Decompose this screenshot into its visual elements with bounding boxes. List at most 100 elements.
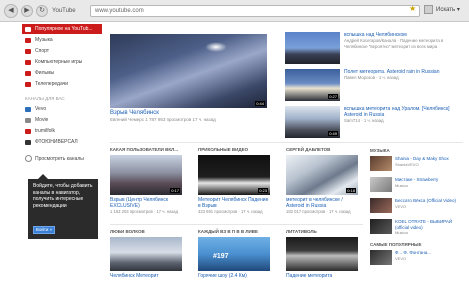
video-title[interactable]: метеорит в челябинске / Asteroid in Russ… — [286, 197, 358, 209]
music-column: МУЗЫКА Shania - Day & Maky Shox ShaniaVE… — [370, 148, 465, 271]
channel-name: Musica — [395, 182, 408, 188]
list-item[interactable]: Мистаке - Strawberry Musica — [370, 177, 465, 194]
video-thumbnail[interactable]: 0:27 — [285, 69, 340, 101]
video-title[interactable]: Бессато Вёкса (Official Video) — [395, 198, 456, 204]
video-card[interactable]: #197 Горячие шоу (2.4 Км) — [198, 237, 270, 279]
menu-icon[interactable] — [424, 5, 433, 14]
video-title[interactable]: Падение метеорита — [286, 273, 358, 279]
sidebar-item-movies[interactable]: Фильмы — [22, 68, 102, 78]
sidebar-item-popular[interactable]: Популярное на YouTub... — [22, 24, 102, 34]
sidebar-item-games[interactable]: Компьютерные игры — [22, 57, 102, 67]
popular-heading[interactable]: САМЫЕ ПОПУЛЯРНЫЕ — [370, 242, 465, 247]
video-meta: 182 017 просмотров · 17 ч. назад — [286, 209, 351, 214]
duration-badge: 0:17 — [170, 188, 180, 193]
duration-badge: 0:18 — [346, 188, 356, 193]
section-divider — [110, 142, 463, 143]
channel-name: VEVO — [395, 203, 407, 209]
video-thumbnail[interactable] — [286, 237, 358, 271]
section-heading[interactable]: СЕРГЕЙ ДАБЛЕТОВ — [286, 147, 330, 152]
music-heading[interactable]: МУЗЫКА — [370, 148, 465, 153]
video-card[interactable]: 0:18 метеорит в челябинске / Asteroid in… — [286, 155, 358, 214]
video-thumbnail[interactable]: 0:23 — [198, 155, 270, 195]
video-thumbnail[interactable] — [285, 32, 340, 64]
guide-sidebar: Популярное на YouTub... Музыка Спорт Ком… — [22, 24, 102, 264]
add-circle-icon — [25, 155, 32, 162]
duration-badge: 0:27 — [328, 94, 338, 99]
video-card[interactable]: Челябинск Метеорит — [110, 237, 182, 279]
channel-avatar-icon — [25, 106, 31, 112]
section-heading[interactable]: ЛИТАТИВОЛЬ — [286, 229, 317, 234]
video-thumbnail[interactable]: 0:49 — [285, 106, 340, 138]
sidebar-channel-movie[interactable]: Movie — [22, 115, 102, 125]
sidebar-item-label: Фильмы — [35, 70, 55, 76]
tooltip-text: Войдите, чтобы добавить каналы в навигат… — [33, 183, 93, 209]
sidebar-channel-universal[interactable]: ФТОЮНИВЕРСАЛ — [22, 137, 102, 147]
related-video-list: вспышка над Челябинском Андрей Косегаров… — [285, 32, 463, 143]
featured-video-title[interactable]: Взрыв Челябинск — [110, 110, 159, 116]
video-title[interactable]: Взрыв (Центр Челябинск EXCLUSIVE) — [110, 197, 182, 209]
duration-badge: 0:23 — [258, 188, 268, 193]
video-thumbnail[interactable] — [110, 237, 182, 271]
video-title[interactable]: Shania - Day & Maky Shox — [395, 156, 449, 162]
address-bar[interactable]: www.youtube.com — [90, 5, 420, 17]
back-button[interactable]: ◀ — [4, 3, 18, 18]
list-item[interactable]: 0:27 Полет метеорита. Asteroid rain in R… — [285, 69, 463, 102]
video-title[interactable]: KOEL OTRATE - ВЫБИРАЙ (official video) — [395, 219, 465, 230]
list-item[interactable]: 0:49 вспышка метеорита над Уралом. [Челя… — [285, 106, 463, 139]
signin-tooltip: Войдите, чтобы добавить каналы в навигат… — [28, 174, 98, 239]
video-thumbnail[interactable] — [370, 177, 392, 192]
video-thumbnail[interactable]: 0:17 — [110, 155, 182, 195]
video-title[interactable]: Ф... Ф. Фонтана... — [395, 250, 431, 256]
list-item[interactable]: KOEL OTRATE - ВЫБИРАЙ (official video) M… — [370, 219, 465, 236]
bookmark-star-icon[interactable]: ★ — [409, 4, 416, 13]
sidebar-channel-trumilfolk[interactable]: trumilfolk — [22, 126, 102, 136]
video-card[interactable]: Падение метеорита — [286, 237, 358, 279]
video-card[interactable]: 0:17 Взрыв (Центр Челябинск EXCLUSIVE) 1… — [110, 155, 182, 214]
section-heading[interactable]: КАКАЯ ПОЛЬЗОВАТЕЛИ ВКЛ... — [110, 147, 178, 152]
video-title[interactable]: Челябинск Метеорит — [110, 273, 182, 279]
forward-button[interactable]: ▶ — [21, 4, 33, 17]
sidebar-item-label: Популярное на YouTub... — [35, 26, 93, 32]
video-thumbnail[interactable] — [370, 219, 392, 234]
sidebar-item-label: Спорт — [35, 48, 50, 54]
sidebar-item-music[interactable]: Музыка — [22, 35, 102, 45]
tab-label[interactable]: YouTube — [52, 8, 76, 14]
flash-highlight — [205, 42, 227, 52]
list-item[interactable]: Бессато Вёкса (Official Video) VEVO — [370, 198, 465, 215]
video-title[interactable]: Метеорит Челябинск Падение в Взрыв — [198, 197, 270, 209]
channel-name: VEVO — [395, 255, 407, 261]
channel-label: Vevo — [35, 106, 47, 112]
manage-channels-link[interactable]: Просмотреть каналы — [25, 155, 102, 162]
section-heading[interactable]: КАЖДЫЙ ВЗ В П В В ЛИВЕ — [198, 229, 258, 234]
video-meta: 423 691 просмотров · 17 ч. назад — [198, 209, 263, 214]
video-title[interactable]: вспышка метеорита над Уралом. [Челябинск… — [344, 106, 463, 118]
browser-menu[interactable]: Искать ▾ — [424, 5, 460, 14]
signin-button[interactable]: Войти » — [33, 226, 55, 234]
sidebar-item-label: Музыка — [35, 37, 53, 43]
video-thumbnail[interactable]: #197 — [198, 237, 270, 271]
featured-video-thumbnail[interactable]: 0:44 — [110, 34, 267, 108]
video-thumbnail[interactable] — [370, 198, 392, 213]
sidebar-item-tv[interactable]: Телепередачи — [22, 79, 102, 89]
channel-avatar-icon — [25, 139, 31, 145]
search-label[interactable]: Искать ▾ — [436, 6, 460, 13]
sidebar-item-sport[interactable]: Спорт — [22, 46, 102, 56]
list-item[interactable]: Ф... Ф. Фонтана... VEVO — [370, 250, 465, 267]
video-meta: Павел Морозов · 1 ч. назад — [344, 75, 399, 80]
channel-avatar-icon — [25, 117, 31, 123]
video-card[interactable]: 0:23 Метеорит Челябинск Падение в Взрыв … — [198, 155, 270, 214]
reload-button[interactable]: ↻ — [36, 4, 48, 17]
duration-badge: 0:49 — [328, 131, 338, 136]
video-thumbnail[interactable] — [370, 250, 392, 265]
list-item[interactable]: Shania - Day & Maky Shox ShaniaVEVO — [370, 156, 465, 173]
section-heading[interactable]: ПРИКОЛЬНЫЕ ВИДЕО — [198, 147, 248, 152]
video-thumbnail[interactable]: 0:18 — [286, 155, 358, 195]
list-item[interactable]: вспышка над Челябинском Андрей Косегаров… — [285, 32, 463, 65]
video-title[interactable]: Мистаке - Strawberry — [395, 177, 438, 183]
gamepad-icon — [25, 59, 31, 65]
film-icon — [25, 70, 31, 76]
video-title[interactable]: Горячие шоу (2.4 Км) — [198, 273, 270, 279]
section-heading[interactable]: ЛЮБИ ВОЛКОВ — [110, 229, 145, 234]
video-thumbnail[interactable] — [370, 156, 392, 171]
sidebar-channel-vevo[interactable]: Vevo — [22, 104, 102, 114]
